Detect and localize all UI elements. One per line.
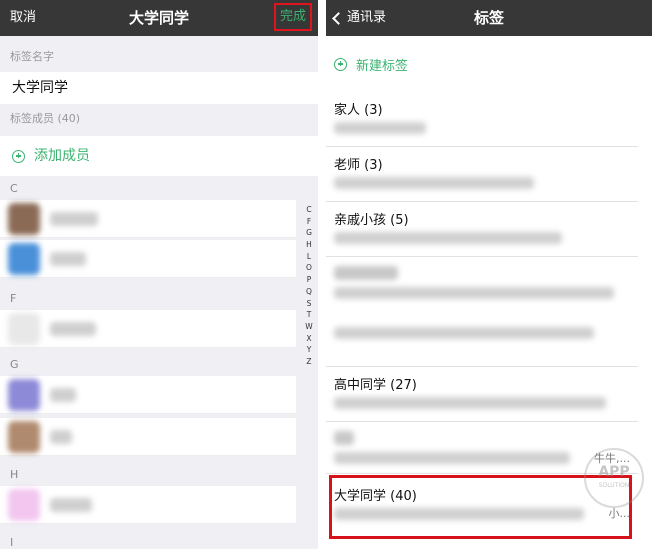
add-circle-icon: [12, 149, 25, 163]
index-letter[interactable]: T: [300, 309, 318, 321]
navigation-bar: 取消 大学同学 完成: [0, 0, 318, 36]
tag-members-redacted: [334, 122, 426, 134]
tag-title: 高中同学 (27): [334, 378, 417, 393]
member-row[interactable]: [0, 376, 296, 414]
tag-title: 老师 (3): [334, 158, 383, 173]
tag-members-redacted: [334, 327, 594, 339]
tag-title: 亲戚小孩 (5): [334, 213, 409, 228]
navigation-bar: 通讯录 标签: [326, 0, 652, 36]
tag-name-input[interactable]: 大学同学: [0, 72, 318, 104]
member-row[interactable]: [0, 418, 296, 456]
back-button[interactable]: 通讯录: [332, 0, 386, 36]
group-header-c: C: [0, 180, 318, 198]
member-name-redacted: [50, 498, 92, 512]
avatar: [8, 379, 40, 411]
tag-members-redacted: [334, 508, 584, 520]
members-count-label: 标签成员 (40): [0, 108, 318, 130]
index-letter[interactable]: Q: [300, 286, 318, 298]
index-letter[interactable]: G: [300, 227, 318, 239]
new-tag-label: 新建标签: [356, 58, 409, 74]
member-row[interactable]: [0, 240, 296, 278]
tag-item[interactable]: 亲戚小孩 (5): [326, 202, 638, 257]
watermark-logo: APP SOLUTION: [584, 448, 644, 508]
back-label: 通讯录: [347, 10, 387, 25]
add-member-button[interactable]: 添加成员: [0, 136, 318, 176]
group-header-g: G: [0, 356, 318, 374]
index-letter[interactable]: W: [300, 321, 318, 333]
tag-title: 大学同学 (40): [334, 489, 417, 504]
group-header-f: F: [0, 290, 318, 308]
tag-item[interactable]: 高中同学 (27): [326, 367, 638, 422]
member-row[interactable]: [0, 310, 296, 348]
avatar: [8, 489, 40, 521]
cancel-button[interactable]: 取消: [10, 0, 36, 36]
tag-edit-screen: 取消 大学同学 完成 标签名字 大学同学 标签成员 (40) 添加成员 C F …: [0, 0, 318, 549]
tag-item[interactable]: [326, 257, 638, 367]
index-letter[interactable]: Y: [300, 344, 318, 356]
index-letter[interactable]: H: [300, 239, 318, 251]
index-letter[interactable]: F: [300, 216, 318, 228]
tag-members-redacted: [334, 452, 570, 464]
avatar: [8, 421, 40, 453]
tag-item[interactable]: 家人 (3): [326, 92, 638, 147]
alphabet-index-bar[interactable]: C F G H L O P Q S T W X Y Z: [300, 204, 318, 368]
member-row[interactable]: [0, 486, 296, 524]
add-member-label: 添加成员: [34, 148, 90, 164]
member-row[interactable]: [0, 200, 296, 238]
tag-title-redacted: [334, 431, 354, 445]
index-letter[interactable]: P: [300, 274, 318, 286]
watermark-subtext: SOLUTION: [598, 482, 630, 489]
member-name-redacted: [50, 212, 98, 226]
member-name-redacted: [50, 322, 96, 336]
avatar: [8, 313, 40, 345]
avatar: [8, 203, 40, 235]
done-button[interactable]: 完成: [273, 3, 312, 31]
watermark-text: APP: [598, 464, 630, 480]
tag-name-label: 标签名字: [0, 46, 318, 68]
add-circle-icon: [334, 57, 347, 71]
group-header-i: I: [0, 534, 318, 549]
index-letter[interactable]: C: [300, 204, 318, 216]
index-letter[interactable]: L: [300, 251, 318, 263]
member-name-redacted: [50, 430, 72, 444]
tag-members-redacted: [334, 232, 562, 244]
member-name-redacted: [50, 388, 76, 402]
index-letter[interactable]: Z: [300, 356, 318, 368]
index-letter[interactable]: O: [300, 262, 318, 274]
tag-members-redacted: [334, 397, 606, 409]
member-name-redacted: [50, 252, 86, 266]
group-header-h: H: [0, 466, 318, 484]
index-letter[interactable]: S: [300, 298, 318, 310]
tag-members-redacted: [334, 287, 614, 299]
index-letter[interactable]: X: [300, 333, 318, 345]
page-title: 大学同学: [128, 9, 189, 27]
tag-members-redacted: [334, 177, 534, 189]
chevron-left-icon: [332, 11, 345, 25]
tag-item[interactable]: 老师 (3): [326, 147, 638, 202]
new-tag-button[interactable]: 新建标签: [326, 44, 652, 84]
tag-title: 家人 (3): [334, 103, 383, 118]
tag-title-redacted: [334, 266, 398, 280]
avatar: [8, 243, 40, 275]
